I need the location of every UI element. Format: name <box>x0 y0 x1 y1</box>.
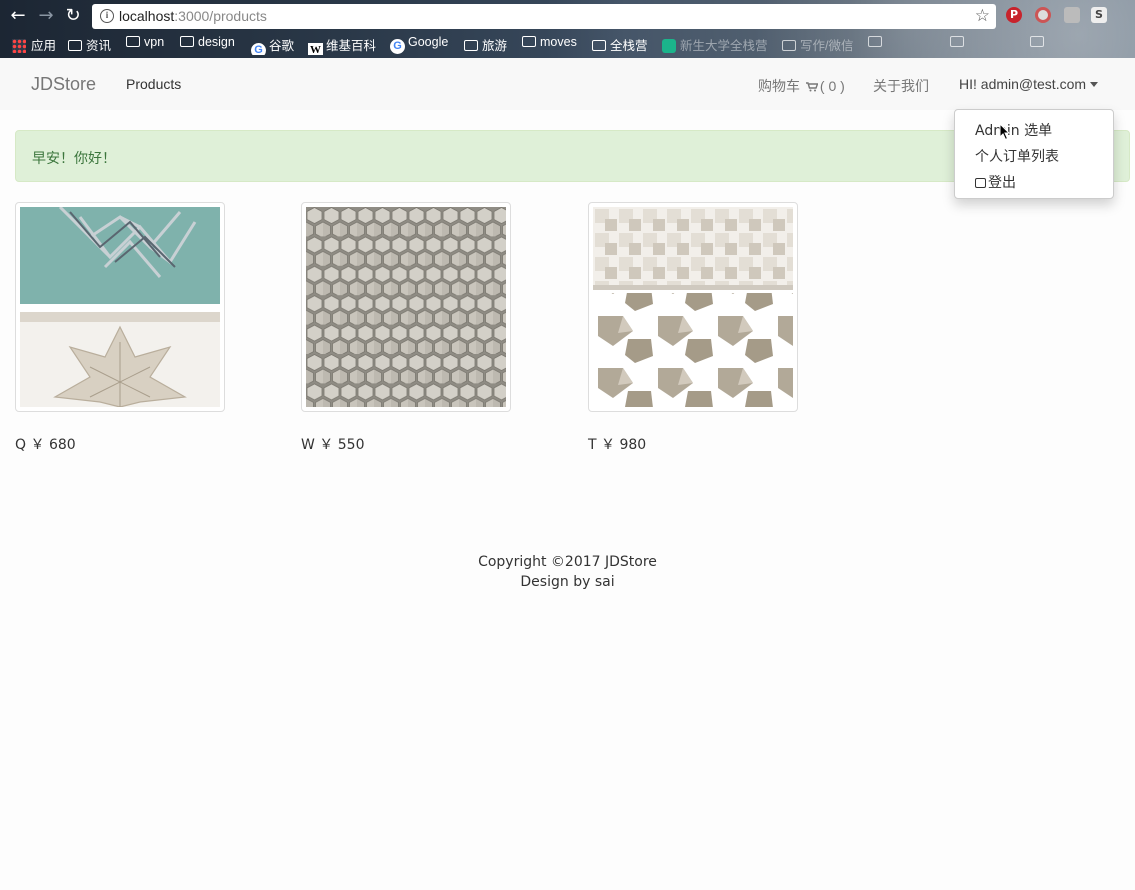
bookmark-google-cn[interactable]: G 谷歌 <box>251 35 294 55</box>
currency-symbol: ￥ <box>601 437 616 453</box>
user-greeting: HI! admin@test.com <box>959 76 1087 92</box>
product-thumbnail[interactable] <box>15 202 225 412</box>
bookmark-label: 新生大学全栈营 <box>680 39 768 53</box>
bookmark-wikipedia[interactable]: W 维基百科 <box>308 35 376 55</box>
browser-chrome: ← → ↻ i localhost:3000/products ☆ P S 应用… <box>0 0 1135 58</box>
back-arrow-icon[interactable]: ← <box>8 6 28 26</box>
google-icon: G <box>390 39 405 54</box>
bookmark-news[interactable]: 资讯 <box>68 35 111 54</box>
folder-icon <box>950 36 964 47</box>
brand-logo[interactable]: JDStore <box>31 74 96 95</box>
product-caption: T ￥ 980 <box>588 434 646 454</box>
url-path: :3000/products <box>174 8 267 24</box>
folder-icon <box>68 40 82 51</box>
signout-label: 登出 <box>988 175 1016 191</box>
mouse-cursor-icon <box>999 123 1011 141</box>
bookmark-writing[interactable]: 写作/微信 <box>782 35 853 54</box>
folder-icon <box>1030 36 1044 47</box>
bookmark-label: 旅游 <box>482 39 508 53</box>
product-image <box>593 207 793 407</box>
product-image <box>306 207 506 407</box>
bookmarks-bar: 应用 资讯 vpn design G 谷歌 W 维基百科 G Google 旅游 mo… <box>0 33 1135 55</box>
nav-products[interactable]: Products <box>126 76 181 92</box>
forward-arrow-icon[interactable]: → <box>36 6 56 26</box>
product-name[interactable]: W <box>301 437 315 453</box>
folder-icon <box>464 40 478 51</box>
bookmark-apps[interactable]: 应用 <box>12 35 56 54</box>
shopping-cart-icon <box>805 82 818 92</box>
footer-design-credit: Design by sai <box>520 574 615 590</box>
product-name[interactable]: T <box>588 437 597 453</box>
sign-out-icon <box>975 178 986 188</box>
bookmark-folder[interactable] <box>950 35 968 49</box>
bookmark-newuniv[interactable]: 新生大学全栈营 <box>662 35 768 54</box>
bookmark-label: moves <box>540 35 577 49</box>
bookmark-star-icon[interactable]: ☆ <box>975 6 990 26</box>
bookmark-label: 应用 <box>31 39 57 53</box>
folder-icon <box>868 36 882 47</box>
caret-down-icon <box>1090 82 1099 87</box>
bookmark-label: 资讯 <box>86 39 112 53</box>
product-thumbnail[interactable] <box>588 202 798 412</box>
cart-label: 购物车 <box>758 78 800 94</box>
nav-cart[interactable]: 购物车 ( 0 ) <box>758 76 845 96</box>
reload-icon[interactable]: ↻ <box>63 6 83 26</box>
url-text[interactable]: localhost:3000/products <box>119 8 267 24</box>
bookmark-label: 写作/微信 <box>800 39 854 53</box>
menu-item-signout[interactable]: 登出 <box>975 172 1016 192</box>
address-bar[interactable]: i localhost:3000/products ☆ <box>92 4 996 29</box>
nav-about[interactable]: 关于我们 <box>873 76 929 96</box>
cart-count: ( 0 ) <box>819 78 845 94</box>
menu-item-orders[interactable]: 个人订单列表 <box>975 146 1059 166</box>
bookmark-label: Google <box>408 35 449 49</box>
bookmark-design[interactable]: design <box>180 35 235 49</box>
bookmark-folder[interactable] <box>1030 35 1048 49</box>
folder-icon <box>522 36 536 47</box>
extension-icon[interactable] <box>1035 7 1051 23</box>
product-price: 550 <box>337 437 365 453</box>
info-icon[interactable]: i <box>100 9 114 23</box>
bookmark-label: vpn <box>144 35 165 49</box>
bookmark-moves[interactable]: moves <box>522 35 577 49</box>
bookmark-vpn[interactable]: vpn <box>126 35 164 49</box>
product-name[interactable]: Q <box>15 437 26 453</box>
alert-message: 早安！你好！ <box>32 151 116 167</box>
bookmark-label: 谷歌 <box>269 39 295 53</box>
pinterest-extension-icon[interactable]: P <box>1006 7 1022 23</box>
footer-copyright: Copyright ©2017 JDStore <box>478 554 657 570</box>
menu-item-admin[interactable]: Admin 选单 <box>975 120 1052 140</box>
bookmark-travel[interactable]: 旅游 <box>464 35 507 54</box>
product-thumbnail[interactable] <box>301 202 511 412</box>
newuniv-icon <box>662 39 676 53</box>
bookmark-label: 维基百科 <box>326 39 377 53</box>
product-price: 980 <box>619 437 647 453</box>
extension-icon[interactable] <box>1064 7 1080 23</box>
extension-s-icon[interactable]: S <box>1091 7 1107 23</box>
bookmark-folder[interactable] <box>868 35 886 49</box>
user-menu-toggle[interactable]: HI! admin@test.com <box>959 76 1099 92</box>
folder-icon <box>126 36 140 47</box>
folder-icon <box>782 40 796 51</box>
product-image <box>20 207 220 407</box>
google-icon: G <box>251 43 266 55</box>
apps-icon <box>12 39 26 53</box>
user-dropdown-menu: Admin 选单 个人订单列表 登出 <box>954 109 1114 199</box>
product-caption: Q ￥ 680 <box>15 434 76 454</box>
product-price: 680 <box>48 437 76 453</box>
product-caption: W ￥ 550 <box>301 434 364 454</box>
url-host: localhost <box>119 8 175 24</box>
folder-icon <box>592 40 606 51</box>
bookmark-fullstack[interactable]: 全栈营 <box>592 35 648 54</box>
site-navbar: JDStore Products 购物车 ( 0 ) 关于我们 HI! admi… <box>0 58 1135 110</box>
bookmark-label: design <box>198 35 235 49</box>
bookmark-google[interactable]: G Google <box>390 35 448 54</box>
wikipedia-icon: W <box>308 43 323 55</box>
currency-symbol: ￥ <box>319 437 334 453</box>
folder-icon <box>180 36 194 47</box>
bookmark-label: 全栈营 <box>610 39 648 53</box>
currency-symbol: ￥ <box>30 437 45 453</box>
